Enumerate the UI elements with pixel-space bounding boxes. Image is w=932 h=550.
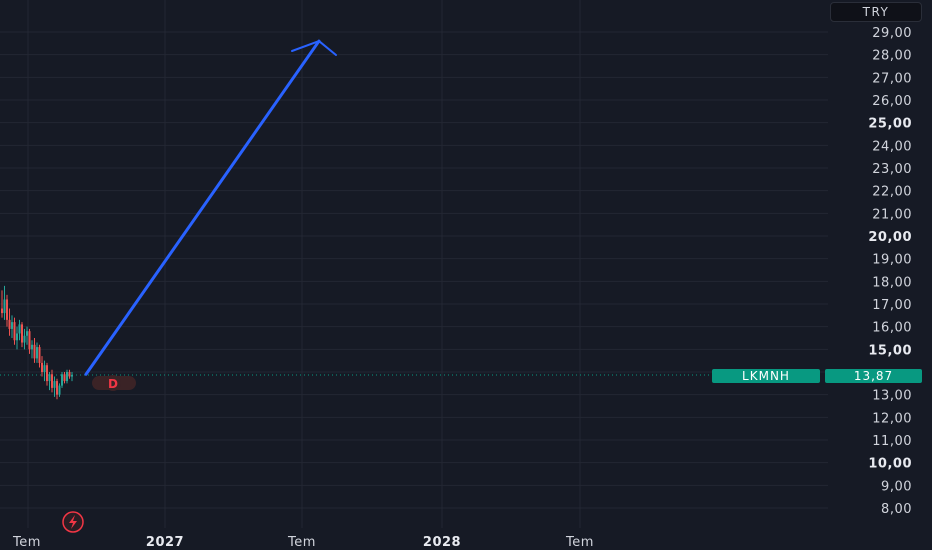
dividend-badge-label: D	[108, 377, 118, 391]
candle	[43, 360, 46, 382]
grid-lines	[0, 0, 828, 528]
y-tick-label: 18,00	[872, 275, 912, 290]
candle	[53, 376, 56, 397]
chart-area[interactable]: D 29,00 28,00 27,00 26,00 25,00 24,00 23,00 22,…	[0, 0, 932, 550]
candle	[18, 319, 21, 341]
candle	[11, 315, 13, 338]
candle	[38, 344, 41, 368]
y-tick-label: 27,00	[872, 71, 912, 86]
y-tick-label: 16,00	[872, 321, 912, 336]
y-tick-label: 13,00	[872, 389, 912, 404]
candle	[36, 342, 38, 363]
y-tick-label: 26,00	[872, 94, 912, 109]
y-tick-label: 20,00	[868, 230, 912, 245]
candle	[31, 340, 33, 359]
candle	[41, 356, 43, 377]
candle	[61, 372, 63, 388]
candle	[68, 369, 71, 379]
y-tick-label: 9,00	[881, 479, 912, 494]
y-tick-label: 23,00	[872, 162, 912, 177]
y-tick-label: 25,00	[868, 117, 912, 132]
trend-arrow[interactable]	[84, 39, 337, 376]
y-tick-label: 29,00	[872, 26, 912, 41]
y-tick-label: 12,00	[872, 411, 912, 426]
y-tick-label: 17,00	[872, 298, 912, 313]
last-price-tag: 13,87	[825, 369, 922, 383]
y-tick-label: 24,00	[872, 139, 912, 154]
x-tick-label: Tem	[565, 535, 594, 550]
y-tick-label: 28,00	[872, 49, 912, 64]
candle	[3, 285, 6, 320]
candle	[63, 372, 66, 384]
y-tick-label: 19,00	[872, 253, 912, 268]
candle	[16, 326, 18, 350]
currency-button[interactable]: TRY	[830, 2, 922, 22]
y-tick-label: 21,00	[872, 207, 912, 222]
candle	[23, 328, 26, 350]
candle	[33, 338, 36, 363]
y-tick-label: 11,00	[872, 434, 912, 449]
candle	[21, 322, 23, 348]
candle	[56, 378, 58, 400]
candle	[51, 369, 53, 393]
candlestick-series	[1, 285, 73, 400]
price-axis[interactable]: 29,00 28,00 27,00 26,00 25,00 24,00 23,00 22,00…	[868, 26, 912, 517]
arrow-shaft	[84, 39, 321, 376]
symbol-price-tag: LKMNH	[712, 369, 820, 383]
x-tick-label: Tem	[12, 535, 41, 550]
candle	[6, 294, 8, 327]
candle	[13, 317, 16, 345]
y-tick-label: 22,00	[872, 185, 912, 200]
x-tick-label: 2027	[146, 535, 184, 550]
y-tick-label: 15,00	[868, 343, 912, 358]
candle	[8, 308, 11, 336]
y-tick-label: 8,00	[881, 502, 912, 517]
candle	[28, 328, 31, 354]
candle	[48, 372, 51, 391]
dividend-badge: D	[92, 375, 136, 391]
time-axis[interactable]: Tem 2027 Tem 2028 Tem	[12, 535, 594, 550]
candle	[71, 372, 73, 382]
y-tick-label: 10,00	[868, 457, 912, 472]
x-tick-label: 2028	[423, 535, 461, 550]
candle	[46, 362, 48, 386]
flash-icon	[62, 511, 84, 533]
x-tick-label: Tem	[287, 535, 316, 550]
